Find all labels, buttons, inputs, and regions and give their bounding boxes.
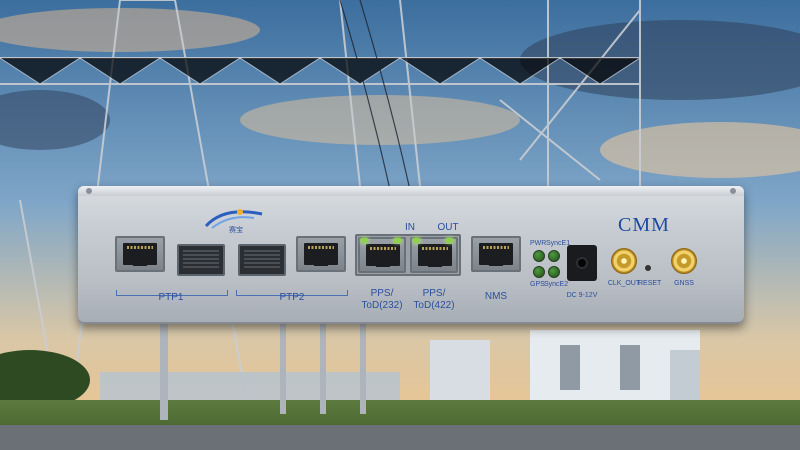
- nms-label: NMS: [484, 291, 508, 302]
- sync-e1-led: [548, 250, 560, 262]
- gnss-label: GNSS: [674, 280, 694, 287]
- gps-label: GPS: [530, 281, 545, 288]
- ptp2-label: PTP2: [279, 292, 305, 303]
- reset-label: RESET: [638, 280, 662, 287]
- logo-text: 赛宝: [229, 227, 243, 234]
- led-indicator: [446, 238, 453, 243]
- gnss-sma-connector-icon[interactable]: [671, 248, 697, 274]
- pps-232-label-line1: PPS/: [370, 288, 394, 299]
- pps-422-label-line2: ToD(422): [413, 300, 455, 311]
- ptp1-sfp-port[interactable]: [177, 244, 225, 276]
- pps-422-label-line1: PPS/: [422, 288, 446, 299]
- pps-232-label-line2: ToD(232): [361, 300, 403, 311]
- out-label: OUT: [437, 222, 459, 233]
- screw-icon: [86, 188, 92, 194]
- pwr-label: PWR: [530, 240, 547, 247]
- led-indicator: [361, 238, 368, 243]
- clk-out-label: CLK_OUT: [607, 280, 641, 287]
- pwr-led: [533, 250, 545, 262]
- gps-led: [533, 266, 545, 278]
- reset-button[interactable]: [645, 265, 651, 271]
- dc-label: DC 9-12V: [566, 292, 598, 299]
- device-top-rim: [78, 186, 744, 196]
- ptp1-label: PTP1: [158, 292, 184, 303]
- brand-title: CMM: [618, 214, 670, 236]
- led-indicator: [394, 238, 401, 243]
- screw-icon: [730, 188, 736, 194]
- dc-jack-icon[interactable]: [567, 245, 597, 281]
- in-label: IN: [405, 222, 415, 233]
- ptp2-sfp-port[interactable]: [238, 244, 286, 276]
- ptp1-rj45-port[interactable]: [115, 236, 165, 272]
- nms-rj45-port[interactable]: [471, 236, 521, 272]
- ptp2-rj45-port[interactable]: [296, 236, 346, 272]
- clk-out-sma-connector-icon[interactable]: [611, 248, 637, 274]
- led-indicator: [413, 238, 420, 243]
- sync-e2-label: SyncE2: [544, 281, 569, 288]
- sync-e2-led: [548, 266, 560, 278]
